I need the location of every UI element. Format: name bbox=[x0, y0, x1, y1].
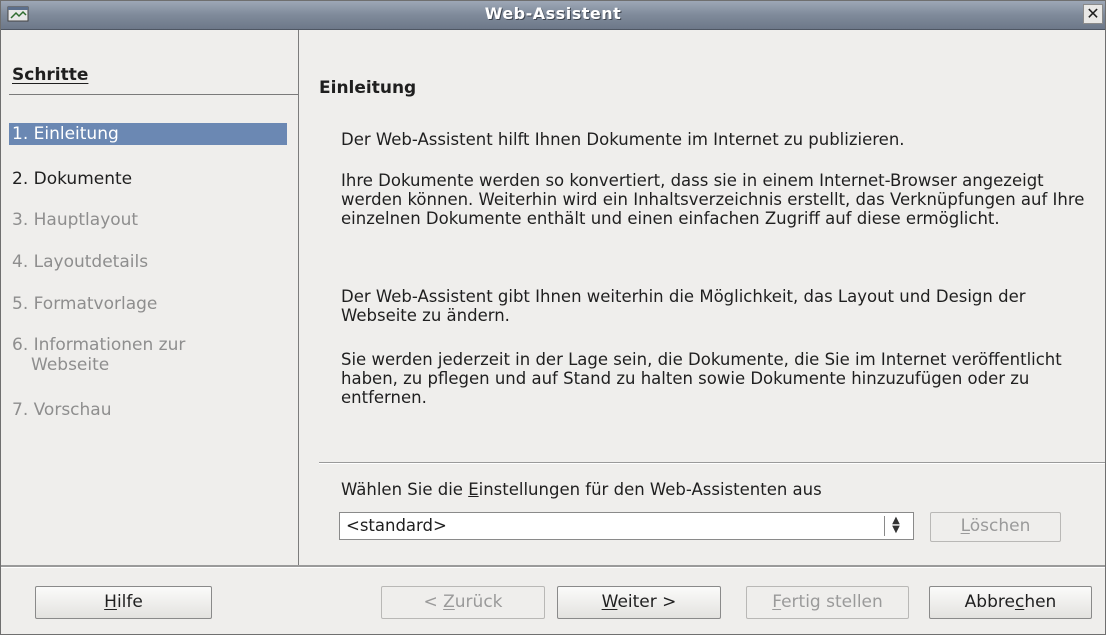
step-informationen[interactable]: 6. Informationen zur Webseite bbox=[9, 335, 287, 375]
delete-mnemonic: L bbox=[960, 516, 970, 536]
title-bar[interactable]: Web-Assistent ✕ bbox=[1, 1, 1105, 30]
content-divider bbox=[319, 462, 1105, 464]
settings-label-pre: Wählen Sie die bbox=[341, 480, 469, 499]
step-layoutdetails[interactable]: 4. Layoutdetails bbox=[9, 251, 287, 273]
web-wizard-dialog: Web-Assistent ✕ Schritte 1. Einleitung 2… bbox=[0, 0, 1106, 635]
help-button[interactable]: Hilfe bbox=[35, 586, 212, 619]
finish-button[interactable]: Fertig stellen bbox=[746, 586, 909, 619]
step-einleitung[interactable]: 1. Einleitung bbox=[9, 123, 287, 145]
steps-heading-divider bbox=[9, 94, 298, 95]
settings-select[interactable]: <standard> ▲ ▼ bbox=[339, 512, 914, 540]
content-panel: Einleitung Der Web-Assistent hilft Ihnen… bbox=[299, 30, 1105, 565]
intro-paragraph-4: Sie werden jederzeit in der Lage sein, d… bbox=[341, 350, 1062, 407]
step-vorschau[interactable]: 7. Vorschau bbox=[9, 399, 287, 421]
footer-divider bbox=[1, 565, 1105, 568]
cancel-mnemonic: c bbox=[1014, 592, 1025, 612]
step-hauptlayout[interactable]: 3. Hauptlayout bbox=[9, 209, 287, 231]
settings-label-mnemonic: E bbox=[468, 480, 479, 499]
intro-paragraph-2: Ihre Dokumente werden so konvertiert, da… bbox=[341, 171, 1085, 228]
next-rest: eiter > bbox=[617, 592, 677, 612]
back-pre: < bbox=[423, 592, 444, 612]
step-dokumente[interactable]: 2. Dokumente bbox=[9, 168, 287, 190]
steps-heading: Schritte bbox=[12, 65, 89, 85]
intro-paragraph-3: Der Web-Assistent gibt Ihnen weiterhin d… bbox=[341, 287, 1026, 325]
cancel-button[interactable]: Abbrechen bbox=[929, 586, 1092, 619]
settings-label: Wählen Sie die Einstellungen für den Web… bbox=[341, 480, 822, 499]
page-title: Einleitung bbox=[319, 78, 417, 98]
settings-label-post: instellungen für den Web-Assistenten aus bbox=[478, 480, 822, 499]
finish-mnemonic: F bbox=[772, 592, 782, 612]
step-informationen-line1: 6. Informationen zur bbox=[12, 335, 186, 355]
finish-rest: ertig stellen bbox=[781, 592, 883, 612]
settings-select-value: <standard> bbox=[346, 516, 447, 535]
back-button[interactable]: < Zurück bbox=[381, 586, 545, 619]
next-mnemonic: W bbox=[601, 592, 618, 612]
step-informationen-line2: Webseite bbox=[31, 355, 110, 375]
help-rest: ilfe bbox=[116, 592, 143, 612]
intro-paragraph-1: Der Web-Assistent hilft Ihnen Dokumente … bbox=[341, 130, 905, 149]
help-mnemonic: H bbox=[104, 592, 117, 612]
cancel-rest: hen bbox=[1024, 592, 1057, 612]
step-formatvorlage[interactable]: 5. Formatvorlage bbox=[9, 293, 287, 315]
delete-rest: öschen bbox=[969, 516, 1031, 536]
back-mnemonic: Z bbox=[443, 592, 455, 612]
next-button[interactable]: Weiter > bbox=[557, 586, 721, 619]
delete-button[interactable]: Löschen bbox=[930, 512, 1061, 542]
window-title: Web-Assistent bbox=[484, 4, 622, 23]
spin-arrows-icon[interactable]: ▲ ▼ bbox=[884, 516, 907, 536]
cancel-pre: Abbre bbox=[964, 592, 1015, 612]
back-rest: urück bbox=[454, 592, 503, 612]
close-icon[interactable]: ✕ bbox=[1083, 4, 1103, 24]
steps-panel: Schritte 1. Einleitung 2. Dokumente 3. H… bbox=[1, 30, 299, 565]
